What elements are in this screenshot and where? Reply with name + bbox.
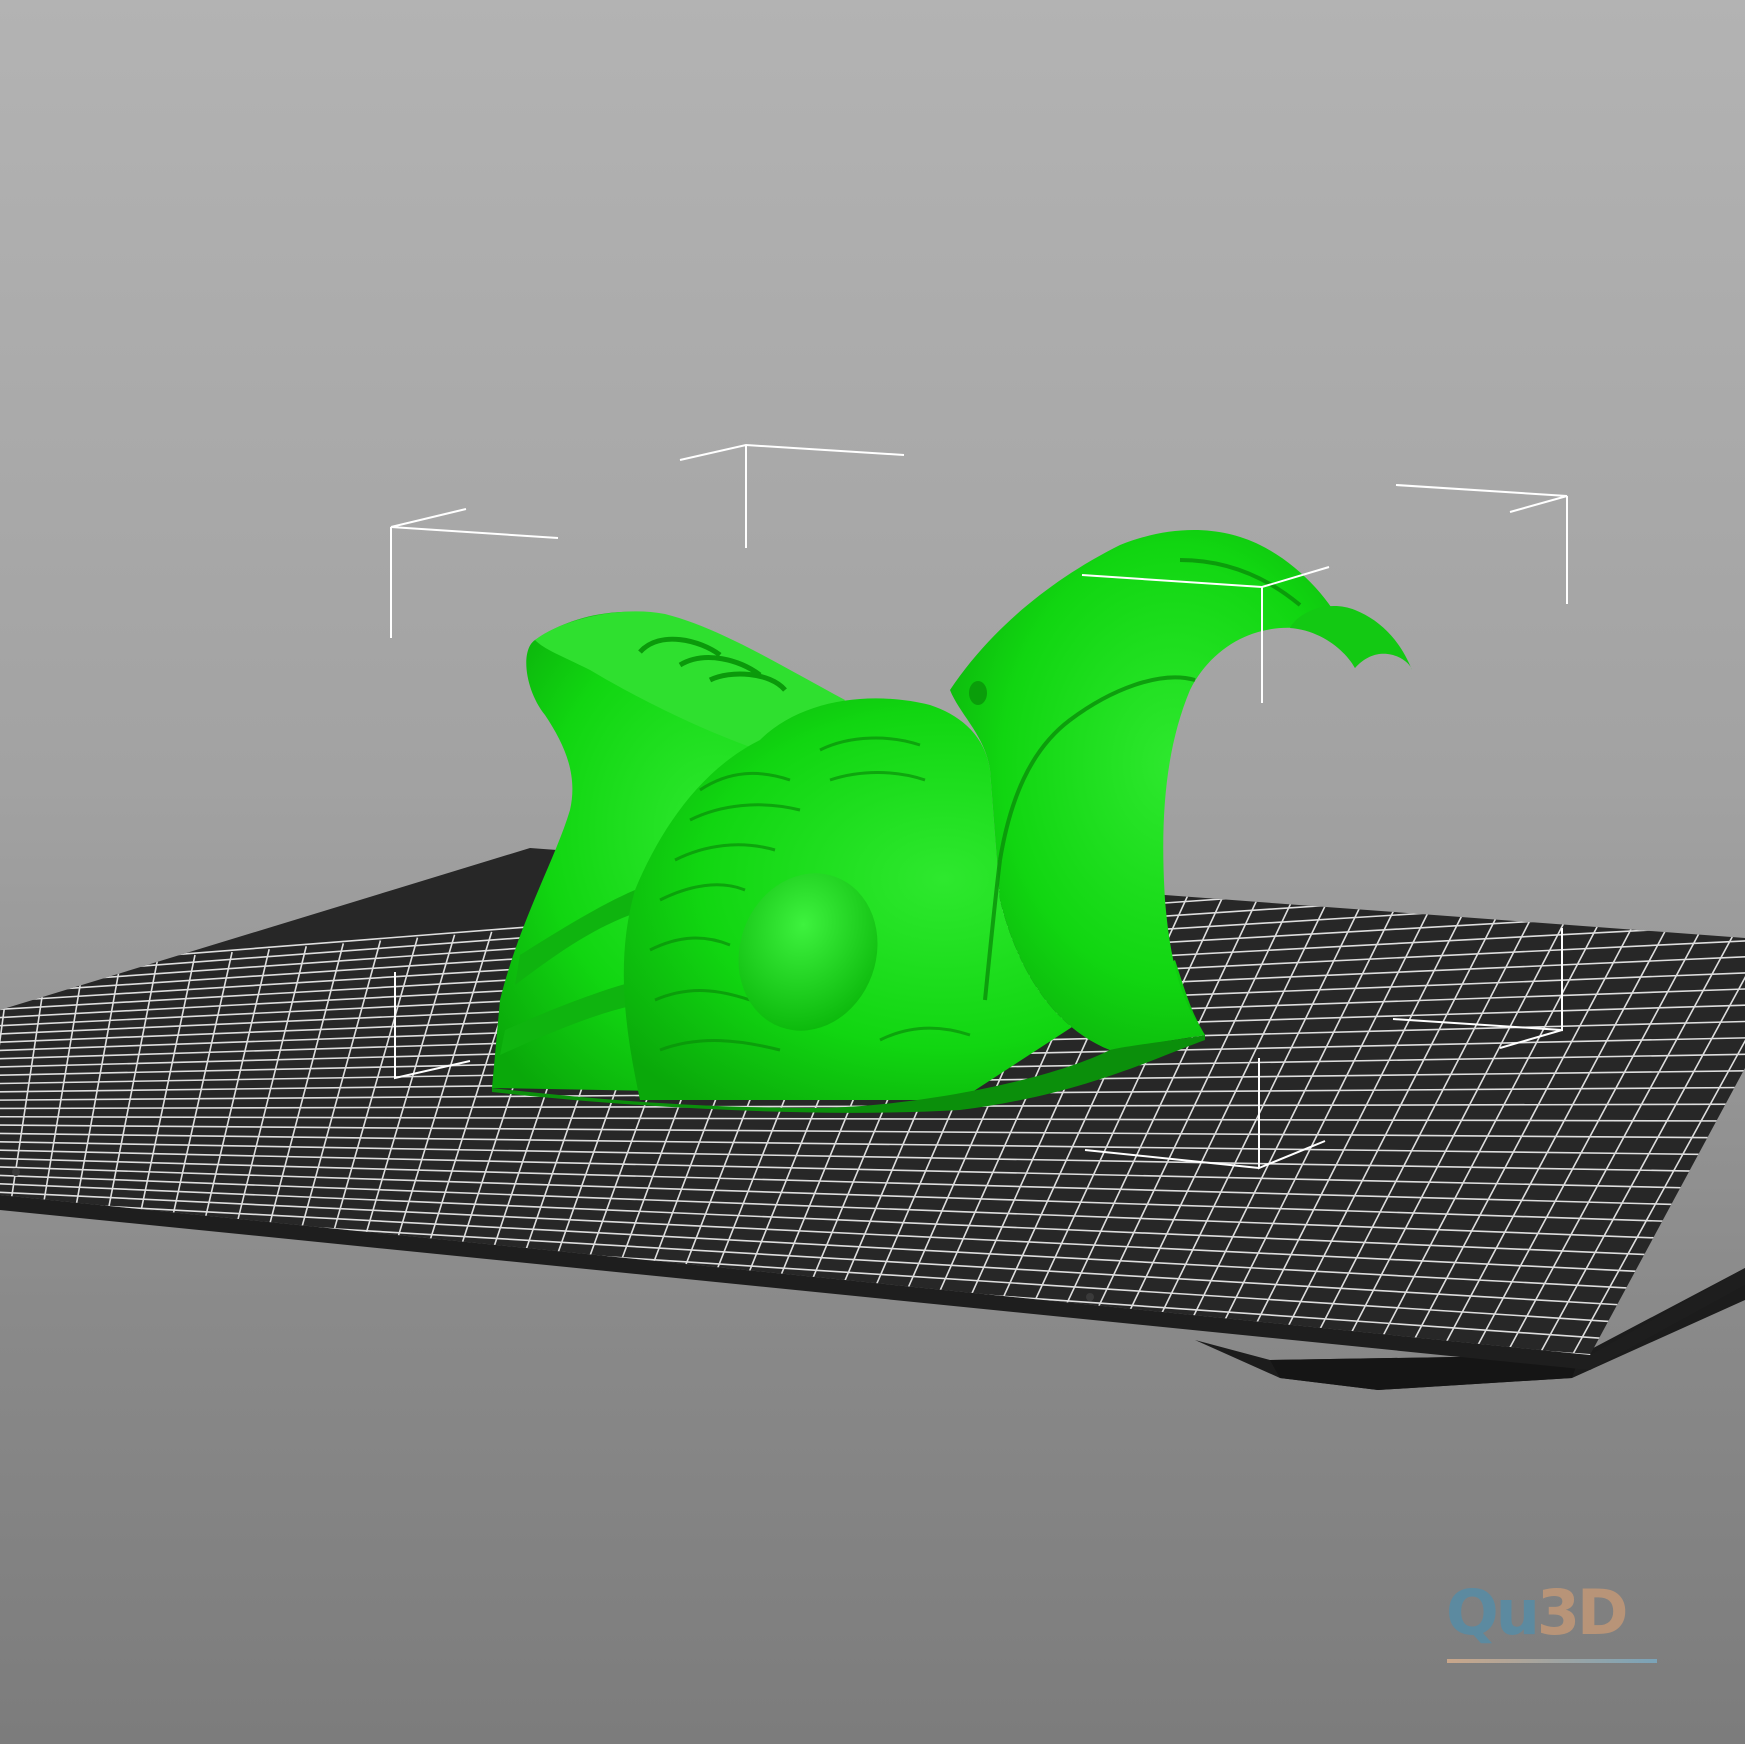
- eye-icon: [969, 681, 987, 705]
- qu3d-logo: Qu3D: [1446, 1582, 1628, 1644]
- bed-screw-icon: [1086, 1293, 1094, 1301]
- beak-hook: [1290, 606, 1412, 670]
- scene-canvas[interactable]: [0, 0, 1745, 1744]
- bbox-corner-top-back: [679, 443, 905, 461]
- bbox-corner-top-left: [390, 508, 559, 539]
- 3d-viewport[interactable]: Qu3D: [0, 0, 1745, 1744]
- bbox-corner-top-right: [1395, 484, 1568, 513]
- logo-part-3d: 3D: [1536, 1576, 1629, 1649]
- logo-part-qu: Qu: [1446, 1576, 1540, 1649]
- logo-underline: [1447, 1659, 1657, 1663]
- bed-screw-icon: [12, 1168, 20, 1176]
